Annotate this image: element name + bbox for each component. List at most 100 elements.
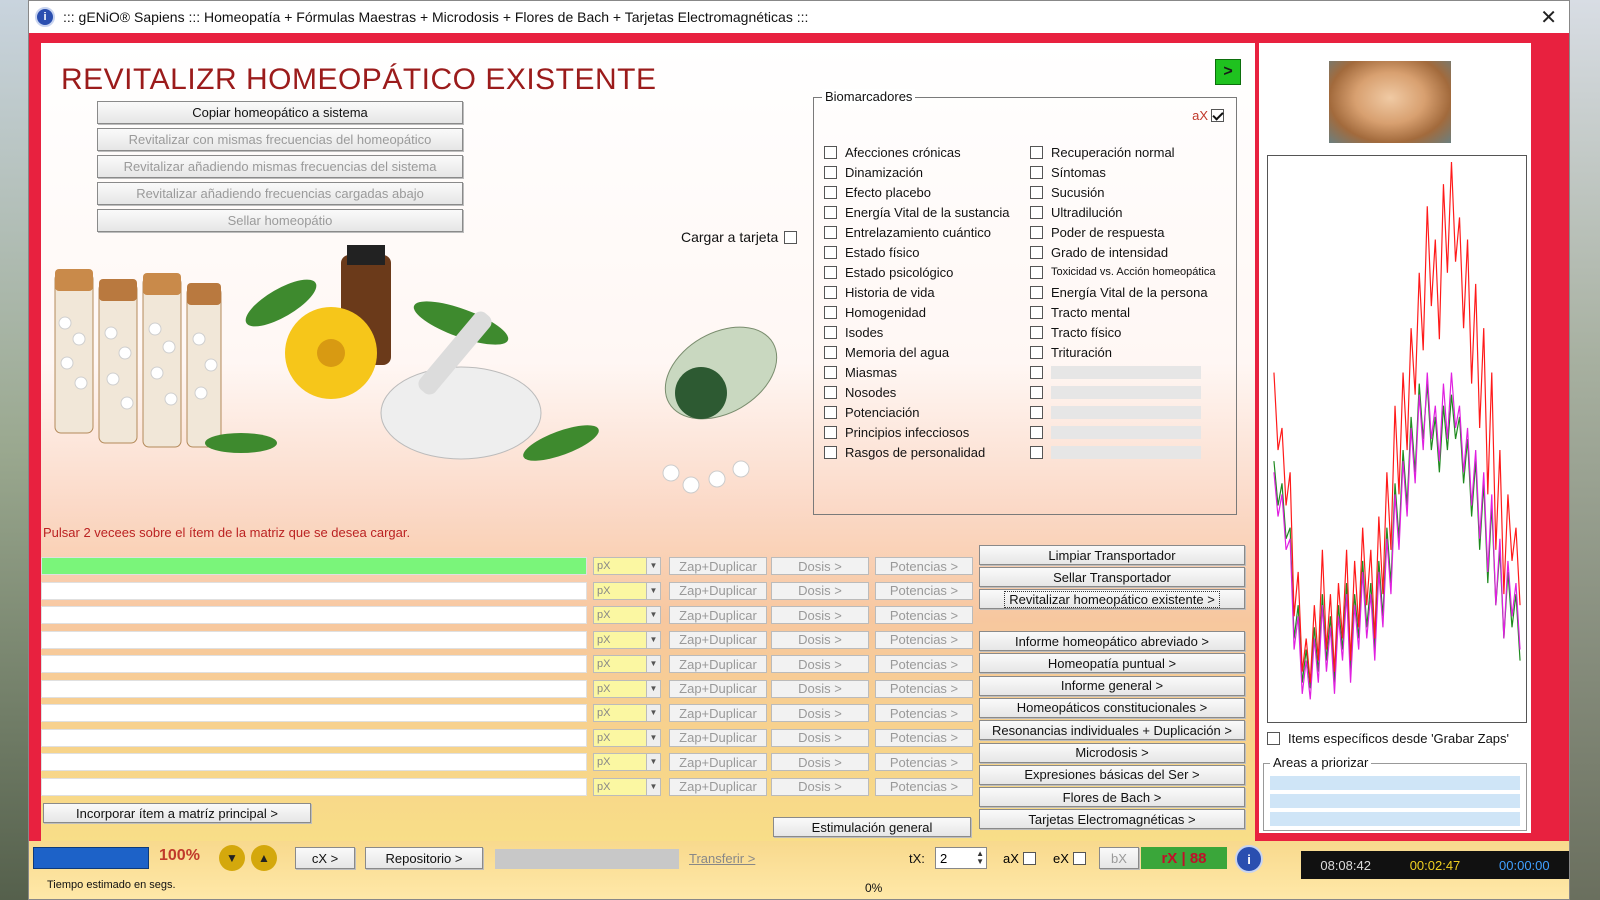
biomarker-checkbox[interactable] — [824, 165, 837, 179]
biomarker-checkbox[interactable] — [824, 385, 837, 399]
area-slot[interactable] — [1270, 776, 1520, 790]
potencias-button[interactable]: Potencias > — [875, 679, 973, 698]
action-button[interactable]: Revitalizar añadiendo mismas frecuencias… — [97, 155, 463, 178]
spinner-arrows-icon[interactable]: ▲ ▼ — [976, 850, 984, 866]
biomarker-checkbox[interactable] — [824, 205, 837, 219]
biomarker-checkbox[interactable] — [1030, 385, 1043, 399]
biomarker-checkbox[interactable] — [1030, 265, 1043, 279]
zap-duplicar-button[interactable]: Zap+Duplicar — [669, 581, 767, 600]
biomarker-checkbox[interactable] — [1030, 185, 1043, 199]
dosis-button[interactable]: Dosis > — [771, 630, 869, 649]
ax-bottom-checkbox[interactable] — [1022, 852, 1036, 865]
zap-duplicar-button[interactable]: Zap+Duplicar — [669, 679, 767, 698]
biomarker-checkbox[interactable] — [1030, 225, 1043, 239]
px-select[interactable]: pX ▼ — [593, 557, 661, 575]
matrix-row-input[interactable] — [41, 777, 587, 796]
transport-button[interactable]: Revitalizar homeopático existente > — [979, 589, 1245, 609]
chevron-down-icon[interactable]: ▼ — [646, 607, 660, 623]
chevron-down-icon[interactable]: ▼ — [646, 754, 660, 770]
biomarker-checkbox[interactable] — [1030, 145, 1043, 159]
dosis-button[interactable]: Dosis > — [771, 581, 869, 600]
px-select[interactable]: pX ▼ — [593, 679, 661, 698]
estimulacion-button[interactable]: Estimulación general — [773, 817, 971, 837]
matrix-row-input[interactable] — [41, 655, 587, 673]
area-slot[interactable] — [1270, 812, 1520, 826]
chevron-down-icon[interactable]: ▼ — [646, 582, 660, 599]
dosis-button[interactable]: Dosis > — [771, 557, 869, 575]
zap-duplicar-button[interactable]: Zap+Duplicar — [669, 753, 767, 771]
biomarker-checkbox[interactable] — [824, 305, 837, 319]
close-icon[interactable]: ✕ — [1540, 5, 1557, 30]
potencias-button[interactable]: Potencias > — [875, 581, 973, 600]
biomarker-checkbox[interactable] — [1030, 205, 1043, 219]
matrix-row-input[interactable] — [41, 728, 587, 747]
dosis-button[interactable]: Dosis > — [771, 704, 869, 722]
transport-button[interactable]: Sellar Transportador — [979, 567, 1245, 587]
report-button[interactable]: Tarjetas Electromagnéticas > — [979, 809, 1245, 830]
biomarkers-ax-checkbox[interactable] — [1211, 109, 1224, 122]
biomarker-checkbox[interactable] — [1030, 325, 1043, 339]
dosis-button[interactable]: Dosis > — [771, 753, 869, 771]
px-select[interactable]: pX ▼ — [593, 655, 661, 673]
biomarker-checkbox[interactable] — [1030, 345, 1043, 359]
info-icon[interactable]: i — [1235, 845, 1263, 873]
cx-button[interactable]: cX > — [295, 847, 355, 869]
chevron-down-icon[interactable]: ▼ — [646, 558, 660, 574]
biomarker-checkbox[interactable] — [824, 225, 837, 239]
biomarker-checkbox[interactable] — [824, 245, 837, 259]
biomarker-checkbox[interactable] — [824, 265, 837, 279]
chevron-down-icon[interactable]: ▼ — [646, 705, 660, 721]
biomarker-checkbox[interactable] — [824, 405, 837, 419]
area-slot[interactable] — [1270, 794, 1520, 808]
biomarker-checkbox[interactable] — [1030, 425, 1043, 439]
px-select[interactable]: pX ▼ — [593, 753, 661, 771]
dosis-button[interactable]: Dosis > — [771, 777, 869, 796]
matrix-row-input[interactable] — [41, 581, 587, 600]
zap-duplicar-button[interactable]: Zap+Duplicar — [669, 704, 767, 722]
biomarker-checkbox[interactable] — [824, 425, 837, 439]
report-button[interactable]: Resonancias individuales + Duplicación > — [979, 720, 1245, 741]
potencias-button[interactable]: Potencias > — [875, 753, 973, 771]
zap-duplicar-button[interactable]: Zap+Duplicar — [669, 630, 767, 649]
dosis-button[interactable]: Dosis > — [771, 679, 869, 698]
biomarker-checkbox[interactable] — [824, 185, 837, 199]
go-button[interactable]: > — [1215, 59, 1241, 85]
potencias-button[interactable]: Potencias > — [875, 557, 973, 575]
matrix-row-input[interactable] — [41, 630, 587, 649]
report-button[interactable]: Homeopatía puntual > — [979, 653, 1245, 674]
zap-duplicar-button[interactable]: Zap+Duplicar — [669, 728, 767, 747]
biomarker-checkbox[interactable] — [824, 145, 837, 159]
matrix-row-input[interactable] — [41, 679, 587, 698]
incorporar-button[interactable]: Incorporar ítem a matríz principal > — [43, 803, 311, 823]
matrix-row-input[interactable] — [41, 704, 587, 722]
bx-button[interactable]: bX — [1099, 847, 1139, 869]
dosis-button[interactable]: Dosis > — [771, 655, 869, 673]
action-button[interactable]: Sellar homeopátio — [97, 209, 463, 232]
biomarker-checkbox[interactable] — [824, 445, 837, 459]
potencias-button[interactable]: Potencias > — [875, 728, 973, 747]
dosis-button[interactable]: Dosis > — [771, 728, 869, 747]
biomarker-checkbox[interactable] — [1030, 405, 1043, 419]
report-button[interactable]: Expresiones básicas del Ser > — [979, 764, 1245, 785]
chevron-down-icon[interactable]: ▼ — [646, 729, 660, 746]
matrix-row-input[interactable] — [41, 753, 587, 771]
chevron-down-icon[interactable]: ▼ — [646, 680, 660, 697]
zap-duplicar-button[interactable]: Zap+Duplicar — [669, 655, 767, 673]
biomarker-checkbox[interactable] — [1030, 245, 1043, 259]
px-select[interactable]: pX ▼ — [593, 728, 661, 747]
action-button[interactable]: Copiar homeopático a sistema — [97, 101, 463, 124]
px-select[interactable]: pX ▼ — [593, 606, 661, 624]
chevron-down-icon[interactable]: ▼ — [646, 778, 660, 795]
zap-duplicar-button[interactable]: Zap+Duplicar — [669, 606, 767, 624]
transferir-link[interactable]: Transferir > — [689, 851, 755, 866]
action-button[interactable]: Revitalizar con mismas frecuencias del h… — [97, 128, 463, 151]
zap-duplicar-button[interactable]: Zap+Duplicar — [669, 557, 767, 575]
report-button[interactable]: Informe general > — [979, 675, 1245, 696]
matrix-row-input[interactable] — [41, 606, 587, 624]
action-button[interactable]: Revitalizar añadiendo frecuencias cargad… — [97, 182, 463, 205]
chevron-down-icon[interactable]: ▼ — [646, 631, 660, 648]
report-button[interactable]: Microdosis > — [979, 742, 1245, 763]
report-button[interactable]: Flores de Bach > — [979, 787, 1245, 808]
px-select[interactable]: pX ▼ — [593, 704, 661, 722]
ex-bottom-checkbox[interactable] — [1072, 852, 1086, 865]
